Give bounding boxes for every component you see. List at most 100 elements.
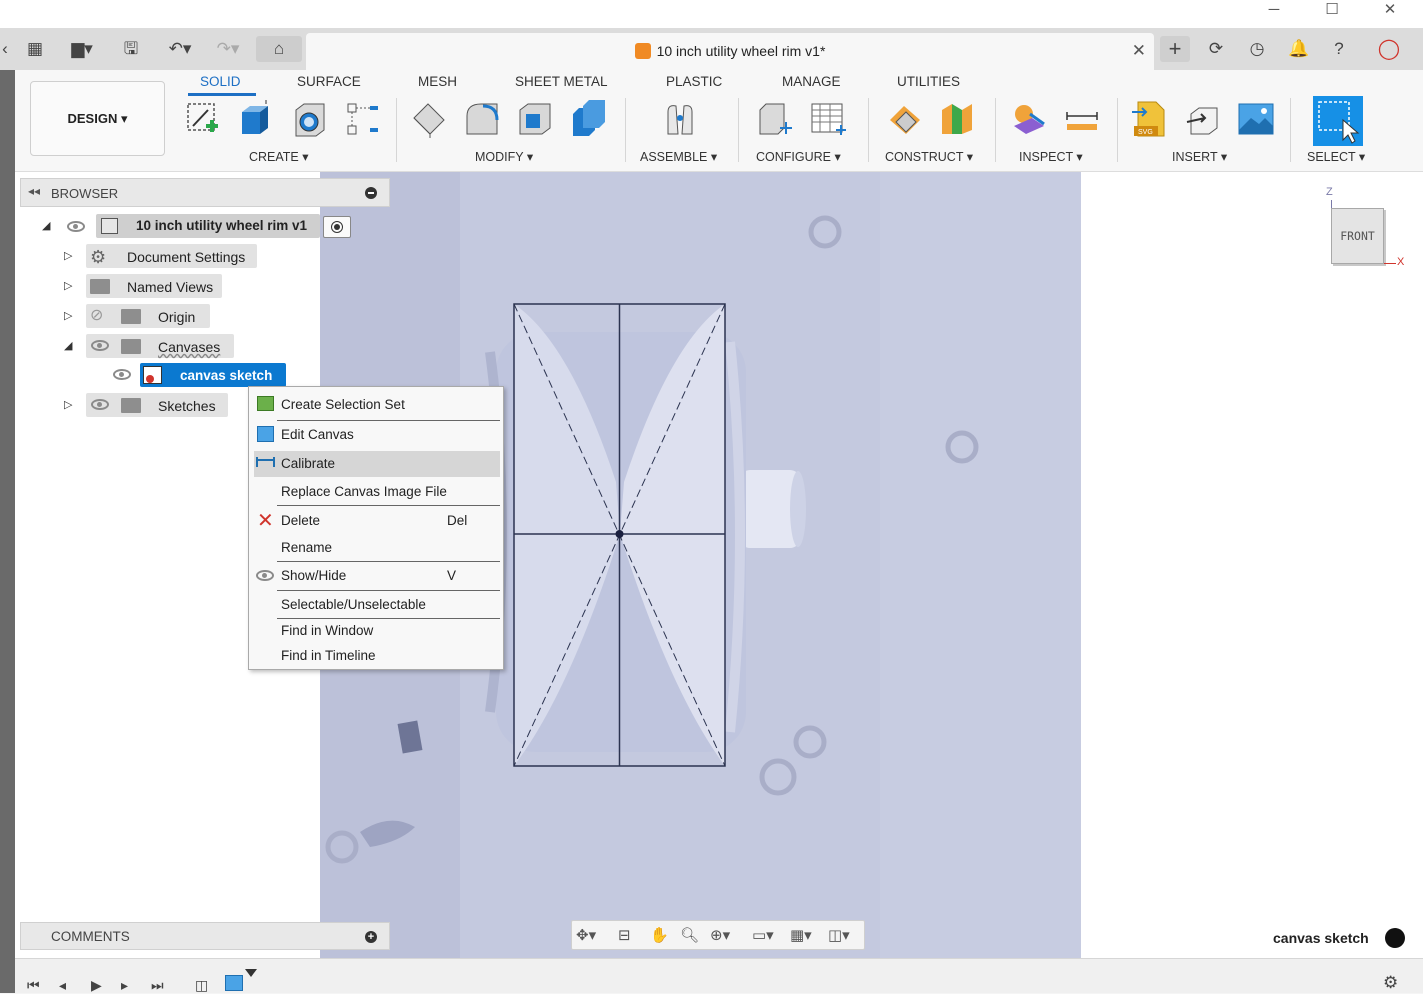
joint-icon[interactable] — [662, 100, 700, 138]
inspect-menu[interactable]: INSPECT ▾ — [1019, 149, 1083, 164]
maximize-button[interactable]: ☐ — [1309, 0, 1355, 28]
modify-menu[interactable]: MODIFY ▾ — [475, 149, 533, 164]
redo-icon[interactable]: ↷▾ — [206, 36, 250, 62]
orbit-icon[interactable]: ✥▾ — [576, 926, 596, 944]
minimize-panel-icon[interactable] — [365, 187, 377, 199]
minimize-button[interactable]: ─ — [1251, 0, 1297, 28]
tab-sheet-metal[interactable]: SHEET METAL — [515, 74, 608, 89]
configure-table-icon[interactable] — [808, 100, 846, 138]
tab-mesh[interactable]: MESH — [418, 74, 457, 89]
insert-canvas-icon[interactable] — [1237, 100, 1275, 138]
viewports-icon[interactable]: ◫▾ — [828, 926, 850, 944]
tab-utilities[interactable]: UTILITIES — [897, 74, 960, 89]
step-forward-icon[interactable]: ▸ — [121, 977, 128, 994]
offset-plane-icon[interactable] — [886, 100, 924, 138]
selection-filter-icon[interactable] — [1385, 928, 1405, 948]
back-chevron-icon[interactable]: ‹ — [0, 36, 10, 62]
expand-triangle-icon[interactable]: ◢ — [42, 219, 50, 232]
tab-solid[interactable]: SOLID — [200, 74, 241, 89]
play-icon[interactable]: ▶ — [91, 977, 102, 994]
job-status-clock-icon[interactable]: ◷ — [1243, 36, 1271, 62]
timeline-canvas-icon[interactable] — [225, 975, 243, 991]
go-to-start-icon[interactable]: ⏮ — [27, 977, 40, 994]
look-at-icon[interactable]: ⊟ — [618, 926, 631, 944]
select-menu[interactable]: SELECT ▾ — [1307, 149, 1365, 164]
construct-menu[interactable]: CONSTRUCT ▾ — [885, 149, 973, 164]
parameters-icon[interactable] — [756, 100, 794, 138]
view-cube-face[interactable]: FRONT — [1332, 229, 1383, 243]
menu-item-show-hide[interactable]: Show/Hide V — [254, 563, 500, 589]
shell-icon[interactable] — [516, 100, 554, 138]
create-menu[interactable]: CREATE ▾ — [249, 149, 309, 164]
home-icon[interactable]: ⌂ — [256, 36, 302, 62]
data-panel-grid-icon[interactable]: ▦ — [22, 36, 48, 62]
expand-triangle-icon[interactable]: ▷ — [64, 279, 72, 292]
tab-manage[interactable]: MANAGE — [782, 74, 841, 89]
press-pull-icon[interactable] — [410, 100, 448, 138]
user-avatar-icon[interactable]: ◯ — [1373, 36, 1405, 62]
menu-item-edit-canvas[interactable]: Edit Canvas — [254, 422, 500, 448]
tab-surface[interactable]: SURFACE — [297, 74, 361, 89]
expand-triangle-icon[interactable]: ▷ — [64, 309, 72, 322]
menu-item-delete[interactable]: ✕ Delete Del — [254, 508, 500, 534]
create-sketch-icon[interactable] — [184, 100, 222, 138]
menu-item-replace-canvas-image-file[interactable]: Replace Canvas Image File — [254, 479, 500, 505]
visibility-eye-icon[interactable] — [67, 221, 85, 232]
measure-icon[interactable] — [1010, 100, 1048, 138]
new-tab-plus-icon[interactable]: + — [1160, 36, 1190, 62]
assemble-menu[interactable]: ASSEMBLE ▾ — [640, 149, 717, 164]
revolve-icon[interactable] — [290, 100, 328, 138]
timeline-sketch-icon[interactable]: ◫ — [195, 977, 208, 994]
insert-svg-icon[interactable]: SVG — [1130, 100, 1168, 138]
undo-icon[interactable]: ↶▾ — [158, 36, 202, 62]
activate-radio-button[interactable] — [323, 216, 351, 238]
menu-item-rename[interactable]: Rename — [254, 535, 500, 561]
visibility-eye-icon[interactable] — [91, 399, 109, 410]
help-icon[interactable]: ? — [1325, 36, 1353, 62]
view-cube[interactable]: FRONT — [1331, 208, 1384, 264]
browser-panel-header[interactable]: ◂◂ BROWSER — [20, 178, 390, 207]
insert-mesh-icon[interactable] — [1185, 100, 1223, 138]
zoom-icon[interactable]: 🔍︎ — [680, 926, 699, 944]
select-icon[interactable] — [1313, 96, 1363, 146]
pattern-icon[interactable] — [344, 100, 382, 138]
menu-item-find-in-timeline[interactable]: Find in Timeline — [254, 643, 500, 669]
timeline-settings-gear-icon[interactable]: ⚙ — [1383, 973, 1398, 993]
ruler-icon[interactable] — [1063, 100, 1101, 138]
menu-item-find-in-window[interactable]: Find in Window — [254, 618, 500, 644]
expand-triangle-icon[interactable]: ▷ — [64, 398, 72, 411]
expand-triangle-icon[interactable]: ▷ — [64, 249, 72, 262]
save-icon[interactable]: 🖫 — [118, 36, 144, 62]
hidden-eye-icon[interactable]: ⊘ — [90, 305, 103, 325]
insert-menu[interactable]: INSERT ▾ — [1172, 149, 1227, 164]
combine-icon[interactable] — [569, 100, 607, 138]
sync-icon[interactable]: ⟳ — [1202, 36, 1230, 62]
close-tab-icon[interactable]: ✕ — [1132, 41, 1146, 61]
configure-menu[interactable]: CONFIGURE ▾ — [756, 149, 841, 164]
step-back-icon[interactable]: ◂ — [59, 977, 66, 994]
workspace-switcher-button[interactable]: DESIGN ▾ — [30, 81, 165, 156]
visibility-eye-icon[interactable] — [113, 369, 131, 380]
collapse-arrows-icon[interactable]: ◂◂ — [28, 184, 40, 198]
menu-item-create-selection-set[interactable]: Create Selection Set — [254, 392, 500, 418]
timeline-marker-icon[interactable] — [245, 969, 257, 977]
menu-item-calibrate[interactable]: Calibrate — [254, 451, 500, 477]
visibility-eye-icon[interactable] — [91, 340, 109, 351]
menu-item-selectable-unselectable[interactable]: Selectable/Unselectable — [254, 592, 500, 618]
display-settings-icon[interactable]: ▭▾ — [752, 926, 774, 944]
extrude-icon[interactable] — [236, 100, 274, 138]
notifications-bell-icon[interactable]: 🔔 — [1285, 36, 1313, 62]
fit-zoom-icon[interactable]: ⊕▾ — [710, 926, 730, 944]
fillet-icon[interactable] — [463, 100, 501, 138]
grid-settings-icon[interactable]: ▦▾ — [790, 926, 812, 944]
go-to-end-icon[interactable]: ⏭ — [151, 977, 164, 994]
collapse-triangle-icon[interactable]: ◢ — [64, 339, 72, 352]
close-window-button[interactable]: ✕ — [1367, 0, 1413, 28]
add-comment-icon[interactable]: + — [365, 931, 377, 943]
axis-icon[interactable] — [938, 100, 976, 138]
file-menu-icon[interactable]: ▆▾ — [62, 36, 102, 62]
tab-plastic[interactable]: PLASTIC — [666, 74, 722, 89]
pan-hand-icon[interactable]: ✋ — [650, 926, 669, 944]
document-tab[interactable]: 10 inch utility wheel rim v1* ✕ — [306, 33, 1154, 70]
comments-panel[interactable]: COMMENTS + — [20, 922, 390, 950]
